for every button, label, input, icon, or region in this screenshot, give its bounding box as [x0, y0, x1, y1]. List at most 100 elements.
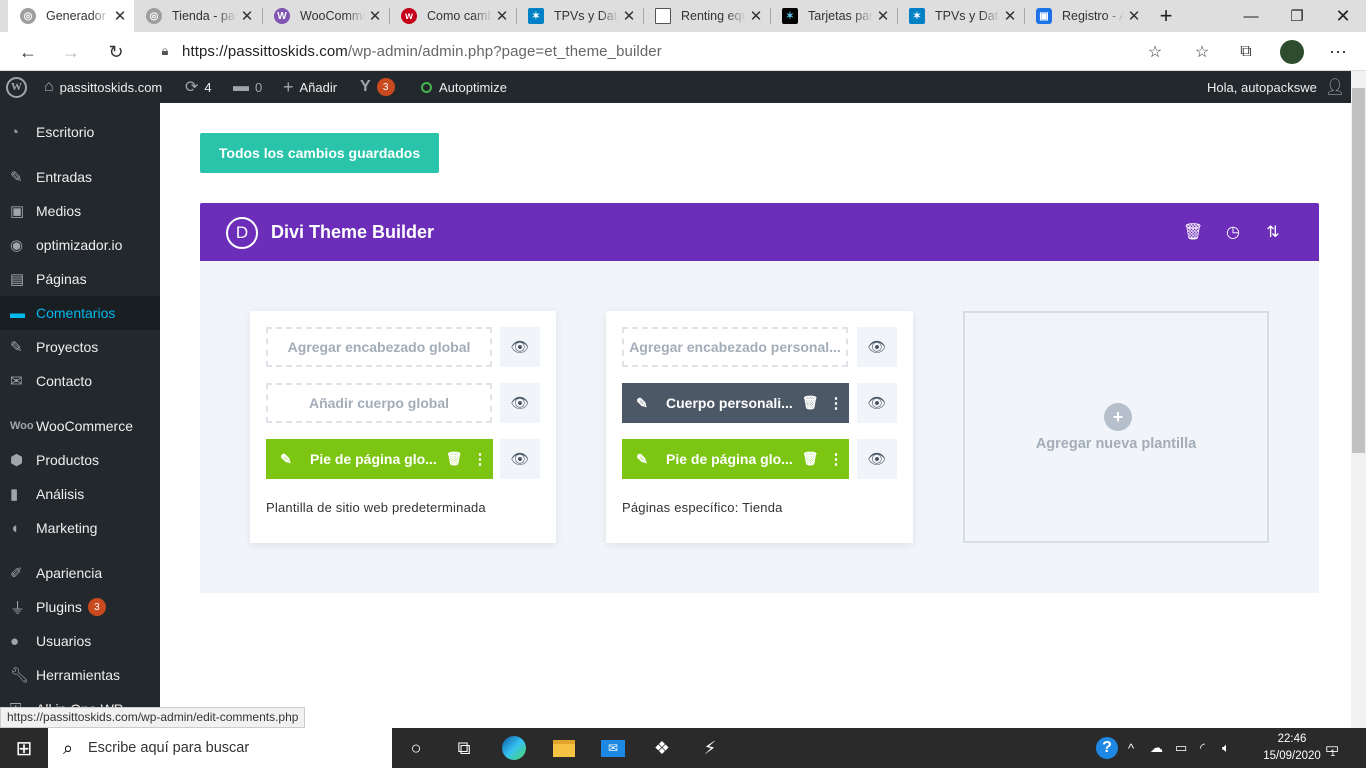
wordpress-logo-icon[interactable]: W: [6, 71, 27, 103]
import-export-icon[interactable]: ⇅: [1263, 222, 1283, 242]
more-menu-icon[interactable]: ⋯: [1324, 38, 1352, 66]
close-window-button[interactable]: ✕: [1320, 0, 1366, 32]
sidebar-item-contacto[interactable]: ✉ Contacto: [0, 364, 160, 398]
close-icon[interactable]: ✕: [1124, 7, 1144, 25]
new-tab-button[interactable]: +: [1143, 0, 1189, 32]
app-icon[interactable]: ⚡︎: [686, 728, 734, 768]
mail-icon[interactable]: ✉: [589, 728, 637, 768]
eye-icon[interactable]: 👁︎: [857, 383, 897, 423]
file-explorer-icon[interactable]: [540, 728, 588, 768]
dropbox-icon[interactable]: ❖: [638, 728, 686, 768]
sidebar-item-woocommerce[interactable]: Woo WooCommerce: [0, 409, 160, 443]
account-link[interactable]: Hola, autopackswe 👤︎: [1207, 71, 1345, 103]
notifications-icon[interactable]: ▭ 1: [1325, 728, 1344, 768]
pencil-icon[interactable]: ✎: [266, 451, 306, 468]
autoptimize-link[interactable]: Autoptimize: [421, 71, 507, 103]
trash-icon[interactable]: 🗑︎: [441, 451, 467, 467]
chevron-up-icon[interactable]: ^: [1128, 728, 1134, 768]
browser-tab[interactable]: ◎ Tienda - passittoskids ✕: [134, 0, 261, 32]
sidebar-item-marketing[interactable]: ◖ Marketing: [0, 511, 160, 545]
sidebar-item-proyectos[interactable]: ✎ Proyectos: [0, 330, 160, 364]
browser-tab[interactable]: ▣ Registro - A ✕: [1024, 0, 1148, 32]
sidebar-item-entradas[interactable]: ✎ Entradas: [0, 160, 160, 194]
site-name-link[interactable]: ⌂ passittoskids.com: [44, 71, 162, 103]
eye-icon[interactable]: 👁︎: [500, 439, 540, 479]
browser-tab[interactable]: ✶ Tarjetas para ✕: [770, 0, 897, 32]
minimize-button[interactable]: —: [1228, 0, 1274, 32]
close-icon[interactable]: ✕: [492, 7, 512, 25]
browser-tab[interactable]: Renting equipos ✕: [643, 0, 770, 32]
edge-icon[interactable]: [490, 728, 538, 768]
browser-tab[interactable]: ◎ Generador de temas ✕: [8, 0, 134, 32]
comments-link[interactable]: ▬ 0: [233, 71, 262, 103]
sidebar-item-productos[interactable]: ⬢ Productos: [0, 443, 160, 477]
favorites-list-icon[interactable]: ☆: [1188, 38, 1216, 66]
close-icon[interactable]: ✕: [746, 7, 766, 25]
close-icon[interactable]: ✕: [237, 7, 257, 25]
scrollbar-thumb[interactable]: [1352, 88, 1365, 453]
task-view-icon[interactable]: ⧉: [440, 728, 488, 768]
eye-icon[interactable]: 👁︎: [857, 327, 897, 367]
sidebar-item-escritorio[interactable]: ◔ Escritorio: [0, 115, 160, 149]
pencil-icon[interactable]: ✎: [622, 451, 662, 468]
add-new-link[interactable]: + Añadir: [283, 71, 337, 103]
windows-start-icon[interactable]: ⊞: [0, 728, 48, 768]
pencil-icon[interactable]: ✎: [622, 395, 662, 412]
add-template-card[interactable]: + Agregar nueva plantilla: [963, 311, 1269, 543]
cortana-icon[interactable]: ○: [392, 728, 440, 768]
forward-button[interactable]: →: [57, 38, 85, 66]
more-vertical-icon[interactable]: ⋮: [467, 450, 493, 468]
history-icon[interactable]: ◷: [1223, 222, 1243, 242]
address-bar[interactable]: 🔒︎ https://passittoskids.com/wp-admin/ad…: [148, 37, 1176, 65]
sidebar-item-optimizador[interactable]: ◉ optimizador.io: [0, 228, 160, 262]
reload-button[interactable]: ↻: [102, 38, 130, 66]
trash-icon[interactable]: 🗑︎: [797, 395, 823, 411]
sidebar-item-apariencia[interactable]: ✐ Apariencia: [0, 556, 160, 590]
more-vertical-icon[interactable]: ⋮: [823, 394, 849, 412]
volume-icon[interactable]: 🔈︎: [1222, 728, 1230, 768]
sidebar-item-herramientas[interactable]: 🔧︎ Herramientas: [0, 658, 160, 692]
updates-link[interactable]: ⟳ 4: [185, 71, 212, 103]
more-vertical-icon[interactable]: ⋮: [823, 450, 849, 468]
eye-icon[interactable]: 👁︎: [500, 327, 540, 367]
plus-icon[interactable]: +: [1104, 403, 1132, 431]
close-icon[interactable]: ✕: [873, 7, 893, 25]
browser-tab[interactable]: ✶ TPVs y Datafonos ✕: [516, 0, 643, 32]
footer-layout[interactable]: ✎ Pie de página glo... 🗑︎ ⋮: [622, 439, 849, 479]
maximize-button[interactable]: ❐: [1274, 0, 1320, 32]
sidebar-item-medios[interactable]: ▣ Medios: [0, 194, 160, 228]
close-icon[interactable]: ✕: [619, 7, 639, 25]
add-header-button[interactable]: Agregar encabezado global: [266, 327, 492, 367]
add-body-button[interactable]: Añadir cuerpo global: [266, 383, 492, 423]
trash-icon[interactable]: 🗑︎: [797, 451, 823, 467]
onedrive-icon[interactable]: ☁: [1150, 728, 1163, 768]
collections-icon[interactable]: ⧉: [1232, 38, 1260, 66]
avatar[interactable]: [1278, 38, 1306, 66]
footer-layout[interactable]: ✎ Pie de página glo... 🗑︎ ⋮: [266, 439, 493, 479]
sidebar-item-analisis[interactable]: ▮ Análisis: [0, 477, 160, 511]
add-header-button[interactable]: Agregar encabezado personal...: [622, 327, 848, 367]
eye-icon[interactable]: 👁︎: [500, 383, 540, 423]
taskbar-search-input[interactable]: ⌕ Escribe aquí para buscar: [48, 728, 392, 768]
sidebar-item-comentarios[interactable]: ▬ Comentarios: [0, 296, 160, 330]
sidebar-item-paginas[interactable]: ▤ Páginas: [0, 262, 160, 296]
close-icon[interactable]: ✕: [110, 7, 130, 25]
sidebar-item-usuarios[interactable]: ● Usuarios: [0, 624, 160, 658]
trash-icon[interactable]: 🗑︎: [1183, 222, 1203, 242]
clock[interactable]: 22:46 15/09/2020: [1262, 731, 1322, 765]
sidebar-item-plugins[interactable]: ⏚ Plugins 3: [0, 590, 160, 624]
wifi-icon[interactable]: ◜: [1200, 728, 1205, 768]
help-icon[interactable]: ?: [1096, 728, 1118, 768]
eye-icon[interactable]: 👁︎: [857, 439, 897, 479]
battery-icon[interactable]: ▭: [1175, 728, 1187, 768]
body-layout[interactable]: ✎ Cuerpo personali... 🗑︎ ⋮: [622, 383, 849, 423]
browser-tab[interactable]: w Como cambiar ✕: [389, 0, 516, 32]
yoast-link[interactable]: Y3: [360, 71, 395, 103]
close-icon[interactable]: ✕: [365, 7, 385, 25]
browser-tab[interactable]: ✶ TPVs y Datafonos ✕: [897, 0, 1024, 32]
favorite-star-icon[interactable]: ☆: [1141, 38, 1169, 66]
browser-tab[interactable]: W WooCommerce ✕: [262, 0, 389, 32]
close-icon[interactable]: ✕: [1000, 7, 1020, 25]
save-button[interactable]: Todos los cambios guardados: [200, 133, 439, 173]
back-button[interactable]: ←: [14, 38, 42, 66]
